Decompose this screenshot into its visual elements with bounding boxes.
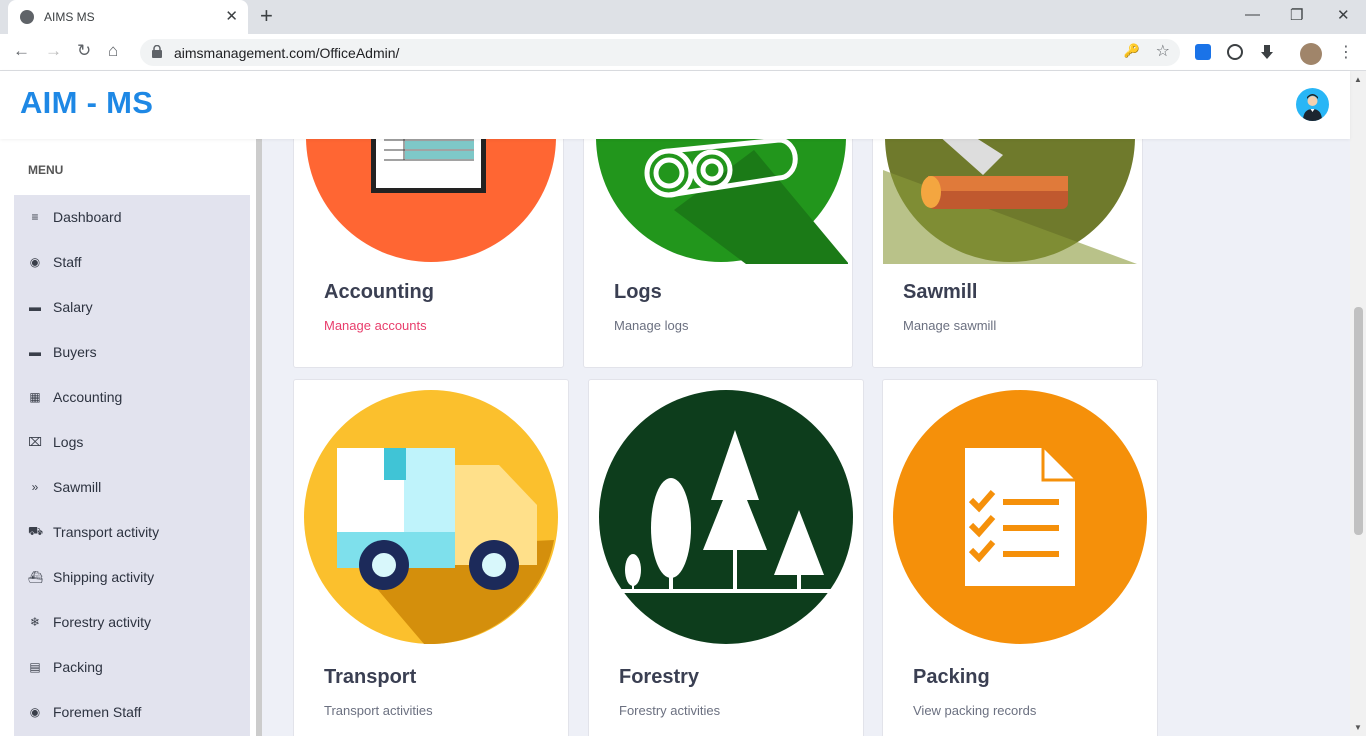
user-circle-icon: ◉ [29, 255, 41, 269]
home-icon[interactable]: ⌂ [108, 41, 118, 61]
key-icon[interactable]: 🔑 [1124, 43, 1140, 59]
card-title: Packing [913, 666, 990, 688]
sidebar-item-transport-activity[interactable]: ⛟ Transport activity [14, 510, 250, 554]
sidebar-item-label: Sawmill [53, 479, 102, 495]
app-header: AIM - MS [0, 71, 1350, 139]
card-packing[interactable]: Packing View packing records [882, 379, 1158, 736]
user-avatar[interactable] [1296, 88, 1329, 121]
checklist-icon [893, 390, 1147, 644]
sidebar-item-forestry-activity[interactable]: ❄ Forestry activity [14, 600, 250, 644]
snowflake-icon: ❄ [29, 615, 41, 629]
sidebar-item-label: Buyers [53, 344, 97, 360]
money-bill-icon: ▬ [29, 300, 41, 314]
car-icon: ⛟ [28, 524, 44, 538]
sidebar-item-label: Foremen Staff [53, 704, 142, 720]
user-icon [1303, 94, 1322, 121]
sidebar-item-salary[interactable]: ▬ Salary [14, 285, 250, 329]
sidebar-item-label: Staff [53, 254, 82, 270]
card-logs[interactable]: Logs Manage logs [583, 139, 853, 368]
card-subtitle[interactable]: Transport activities [324, 703, 433, 718]
axe-log-icon [883, 139, 1137, 264]
maximize-button[interactable]: ❐ [1290, 6, 1303, 24]
card-title: Sawmill [903, 281, 978, 303]
tab-title: AIMS MS [44, 10, 95, 24]
money-bill-icon: ▬ [29, 345, 41, 359]
card-title: Logs [614, 281, 662, 303]
card-subtitle[interactable]: Manage logs [614, 318, 688, 333]
sidebar-item-label: Accounting [53, 389, 123, 405]
scroll-up-arrow-icon[interactable]: ▲ [1354, 75, 1362, 84]
browser-toolbar: ← → ↻ ⌂ aimsmanagement.com/OfficeAdmin/ … [0, 34, 1366, 71]
browser-tab[interactable]: AIMS MS ✕ [8, 0, 248, 34]
sidebar-item-label: Dashboard [53, 209, 122, 225]
ledger-icon [306, 139, 556, 262]
user-circle-icon: ◉ [29, 705, 41, 719]
globe-icon [20, 10, 34, 24]
forward-icon[interactable]: → [45, 41, 62, 61]
menu-title: MENU [28, 163, 64, 177]
sidebar-item-label: Logs [53, 434, 84, 450]
card-subtitle[interactable]: Manage sawmill [903, 318, 996, 333]
ship-icon: ⛴ [28, 570, 44, 584]
sidebar-item-label: Salary [53, 299, 93, 315]
menu-lines-icon: ≡ [31, 210, 39, 224]
logs-icon [596, 139, 848, 264]
address-bar[interactable]: aimsmanagement.com/OfficeAdmin/ 🔑 ☆ [140, 39, 1180, 66]
scrollbar-thumb[interactable] [1354, 307, 1363, 535]
sidebar: MENU ≡ Dashboard ◉ Staff ▬ Salary ▬ Buyers ▦… [0, 139, 262, 736]
download-extension-icon[interactable] [1259, 44, 1275, 60]
card-accounting[interactable]: Accounting Manage accounts [293, 139, 564, 368]
sidebar-item-label: Packing [53, 659, 103, 675]
scroll-down-arrow-icon[interactable]: ▼ [1354, 723, 1362, 732]
card-forestry[interactable]: Forestry Forestry activities [588, 379, 864, 736]
briefcase-icon: ▤ [29, 660, 41, 674]
sidebar-item-label: Transport activity [53, 524, 160, 540]
sidebar-item-label: Shipping activity [53, 569, 155, 585]
camera-extension-icon[interactable] [1227, 44, 1243, 60]
double-chevron-icon: » [31, 480, 39, 494]
browser-profile-avatar[interactable] [1300, 43, 1322, 65]
sidebar-item-shipping-activity[interactable]: ⛴ Shipping activity [14, 555, 250, 599]
truck-icon [304, 390, 558, 644]
trees-icon [599, 390, 853, 644]
lock-icon [152, 45, 162, 58]
browser-tabstrip: AIMS MS ✕ + — ❐ ✕ [0, 0, 1366, 34]
card-subtitle[interactable]: Manage accounts [324, 318, 427, 333]
calendar-icon: ▦ [29, 390, 41, 404]
card-title: Forestry [619, 666, 700, 688]
card-sawmill[interactable]: Sawmill Manage sawmill [872, 139, 1143, 368]
sidebar-item-packing[interactable]: ▤ Packing [14, 645, 250, 689]
sidebar-item-accounting[interactable]: ▦ Accounting [14, 375, 250, 419]
minimize-button[interactable]: — [1245, 6, 1260, 23]
search-extension-icon[interactable] [1195, 44, 1211, 60]
card-title: Accounting [324, 281, 434, 303]
sidebar-item-sawmill[interactable]: » Sawmill [14, 465, 250, 509]
main-content: Accounting Manage accounts Logs Manage l… [262, 139, 1350, 736]
new-tab-button[interactable]: + [260, 5, 273, 27]
browser-menu-icon[interactable]: ⋮ [1338, 42, 1354, 62]
sidebar-item-staff[interactable]: ◉ Staff [14, 240, 250, 284]
sidebar-item-dashboard[interactable]: ≡ Dashboard [14, 195, 250, 239]
sidebar-item-logs[interactable]: ⌧ Logs [14, 420, 250, 464]
page-scrollbar[interactable]: ▲ ▼ [1350, 71, 1366, 736]
card-subtitle[interactable]: View packing records [913, 703, 1036, 718]
bookmark-star-icon[interactable]: ☆ [1156, 41, 1170, 61]
menu-list: ≡ Dashboard ◉ Staff ▬ Salary ▬ Buyers ▦ Accou… [14, 195, 250, 736]
brand-logo[interactable]: AIM - MS [20, 85, 153, 121]
logs-icon: ⌧ [28, 435, 42, 449]
sidebar-item-foremen-staff[interactable]: ◉ Foremen Staff [14, 690, 250, 734]
card-transport[interactable]: Transport Transport activities [293, 379, 569, 736]
sidebar-item-label: Forestry activity [53, 614, 152, 630]
card-subtitle[interactable]: Forestry activities [619, 703, 720, 718]
reload-icon[interactable]: ↻ [77, 41, 91, 61]
back-icon[interactable]: ← [13, 41, 30, 61]
tab-close-button[interactable]: ✕ [225, 9, 238, 25]
close-window-button[interactable]: ✕ [1337, 6, 1350, 24]
sidebar-item-buyers[interactable]: ▬ Buyers [14, 330, 250, 374]
card-title: Transport [324, 666, 417, 688]
url-text: aimsmanagement.com/OfficeAdmin/ [174, 45, 400, 61]
